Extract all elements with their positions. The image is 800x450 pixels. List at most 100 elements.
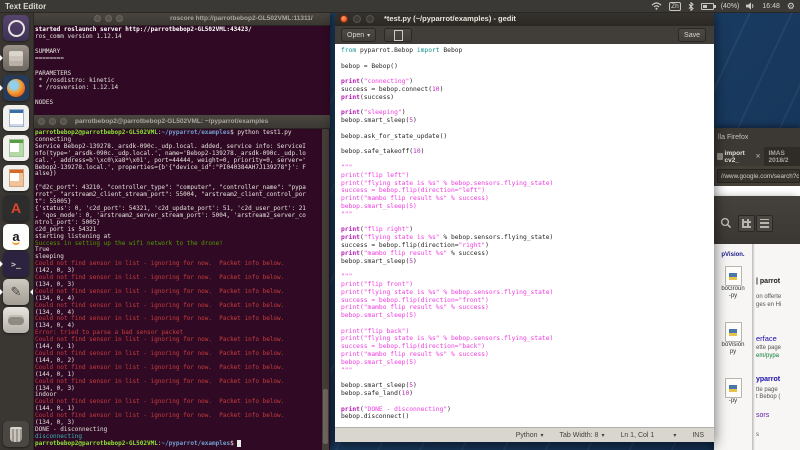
close-icon[interactable] bbox=[94, 15, 101, 22]
grid-view-button[interactable] bbox=[738, 215, 755, 232]
launcher-item-a-app[interactable]: A bbox=[3, 195, 29, 221]
code-editor-area[interactable]: from pyparrot.Bebop import Bebop bebop =… bbox=[335, 44, 714, 427]
roscore-terminal-titlebar[interactable]: roscore http://parrotbebop2-GL502VML:113… bbox=[33, 12, 330, 26]
file-browser-headerbar[interactable] bbox=[714, 196, 800, 245]
file-browser-window[interactable]: pVision. boGroun -py boVision py -py | p… bbox=[714, 196, 800, 450]
writer-document-icon bbox=[9, 109, 24, 127]
search-result-link[interactable]: erface bbox=[756, 334, 777, 343]
tab-label: import cv2_ bbox=[725, 150, 754, 164]
search-icon[interactable] bbox=[720, 217, 732, 229]
code-body-line: bebop.safe_land(10) bbox=[341, 390, 553, 398]
launcher-item-trash[interactable] bbox=[3, 421, 29, 447]
launcher-item-dash[interactable] bbox=[3, 15, 29, 41]
file-label: pVision. bbox=[714, 252, 752, 259]
window-title: *test.py (~/pyparrot/examples) - gedit bbox=[384, 14, 516, 23]
term2-body-line: Could not find sensor in list - ignoring… bbox=[35, 275, 306, 282]
tab-width-selector[interactable]: Tab Width: 8 bbox=[560, 432, 605, 439]
save-button[interactable]: Save bbox=[678, 28, 706, 42]
code-body-line: from pyparrot.Bebop import Bebop bbox=[341, 47, 553, 55]
terminal-window[interactable]: roscore http://parrotbebop2-GL502VML:113… bbox=[33, 12, 330, 450]
maximize-icon[interactable] bbox=[116, 15, 123, 22]
tab-close-icon[interactable]: ✕ bbox=[756, 153, 761, 160]
launcher-item-terminal[interactable]: >_ bbox=[3, 251, 29, 277]
gedit-titlebar[interactable]: *test.py (~/pyparrot/examples) - gedit bbox=[335, 11, 714, 26]
code-body-line: bebop.smart_sleep(5) bbox=[341, 117, 553, 125]
open-button[interactable]: Open bbox=[341, 28, 376, 42]
file-item[interactable]: pVision. bbox=[714, 252, 752, 259]
maximize-icon[interactable] bbox=[60, 118, 67, 125]
launcher-item-gedit[interactable]: ✎ bbox=[3, 279, 29, 305]
minimize-icon[interactable] bbox=[49, 118, 56, 125]
launcher-item-libreoffice-calc[interactable] bbox=[3, 135, 29, 161]
code-body-line: print("flip back") bbox=[341, 328, 553, 336]
focused-indicator bbox=[30, 289, 33, 295]
bebop-terminal-output[interactable]: parrotbebop2@parrotbebop2-GL502VML:~/pyp… bbox=[35, 130, 306, 448]
file-item[interactable]: boVision py bbox=[714, 322, 752, 356]
new-document-button[interactable] bbox=[384, 28, 412, 42]
url-input[interactable]: //www.google.com/search?client= bbox=[717, 169, 800, 183]
roscore-terminal-output[interactable]: started roslaunch server http://parrotbe… bbox=[35, 26, 252, 106]
firefox-tab[interactable]: IMAS 2018/2 bbox=[769, 150, 800, 164]
wifi-icon[interactable] bbox=[651, 2, 662, 10]
clock[interactable]: 16:48 bbox=[762, 3, 780, 10]
search-result-visited-link[interactable]: sors bbox=[756, 412, 769, 419]
launcher-item-libreoffice-writer[interactable] bbox=[3, 105, 29, 131]
maximize-icon[interactable] bbox=[366, 15, 374, 23]
language-selector[interactable]: Python bbox=[516, 432, 544, 439]
code-body-line bbox=[341, 141, 553, 149]
term1-body-line: ros_comm version 1.12.14 bbox=[35, 33, 252, 40]
tab-favicon bbox=[717, 153, 723, 160]
firefox-icon bbox=[7, 79, 25, 97]
firefox-tabbar: import cv2_ ✕ IMAS 2018/2 bbox=[714, 147, 800, 166]
bebop-terminal-titlebar[interactable]: parrotbebop2@parrotbebop2-GL502VML: ~/py… bbox=[33, 115, 330, 129]
bluetooth-icon[interactable] bbox=[688, 2, 694, 11]
statusbar-dropdown-caret[interactable] bbox=[670, 432, 676, 439]
code-body-line bbox=[341, 320, 553, 328]
search-result-link[interactable]: yparrot bbox=[756, 376, 780, 383]
launcher-item-files[interactable] bbox=[3, 45, 29, 71]
term2-body-line: True bbox=[35, 247, 306, 254]
term2-body-line: Bebop2-139278.local.', properties={b'{"d… bbox=[35, 165, 306, 172]
gedit-window[interactable]: *test.py (~/pyparrot/examples) - gedit O… bbox=[335, 11, 714, 442]
firefox-tab-active[interactable]: import cv2_ ✕ bbox=[714, 147, 764, 166]
save-button-label: Save bbox=[684, 32, 700, 39]
launcher-item-amazon[interactable]: a bbox=[3, 224, 29, 250]
session-gear-icon[interactable]: ⚙ bbox=[787, 2, 795, 11]
term1-body-line: NODES bbox=[35, 99, 252, 106]
file-label: boGroun bbox=[714, 286, 752, 293]
firefox-titlebar[interactable]: lla Firefox bbox=[714, 128, 800, 147]
code-body-line: bebop.smart_sleep(5) bbox=[341, 359, 553, 367]
list-view-button[interactable] bbox=[756, 215, 773, 232]
tab-label: IMAS 2018/2 bbox=[769, 150, 789, 164]
unity-launcher: A a >_ ✎ bbox=[0, 12, 34, 450]
code-body-line: bebop.disconnect() bbox=[341, 413, 553, 421]
new-document-icon bbox=[394, 30, 403, 41]
code-body-line: bebop.ask_for_state_update() bbox=[341, 133, 553, 141]
file-list[interactable]: pVision. boGroun -py boVision py -py | p… bbox=[714, 244, 800, 450]
volume-icon[interactable] bbox=[746, 2, 755, 10]
code-body-line: print("mambo flip result %s" % success) bbox=[341, 304, 553, 312]
minimize-icon[interactable] bbox=[105, 15, 112, 22]
code-body-line: bebop.smart_sleep(5) bbox=[341, 312, 553, 320]
keyboard-layout-indicator[interactable]: Zh bbox=[669, 2, 681, 11]
term2-body-line: parrotbebop2@parrotbebop2-GL502VML:~/pyp… bbox=[35, 441, 306, 448]
code-body-line bbox=[341, 125, 553, 133]
battery-percent: (40%) bbox=[721, 3, 740, 10]
terminal-scrollbar[interactable] bbox=[322, 129, 329, 450]
close-icon[interactable] bbox=[340, 15, 348, 23]
battery-icon[interactable] bbox=[701, 3, 714, 10]
code-body-line: bebop.safe_takeoff(10) bbox=[341, 148, 553, 156]
file-item[interactable]: boGroun -py bbox=[714, 266, 752, 300]
code-text: from pyparrot.Bebop import Bebop bebop =… bbox=[341, 47, 553, 421]
code-body-line bbox=[341, 55, 553, 63]
minimize-icon[interactable] bbox=[353, 15, 361, 23]
launcher-item-firefox[interactable] bbox=[3, 75, 29, 101]
close-icon[interactable] bbox=[38, 118, 45, 125]
search-result-url: em/pypa bbox=[756, 353, 779, 359]
launcher-item-disks[interactable] bbox=[3, 307, 29, 333]
appmenu-title[interactable]: Text Editor bbox=[5, 2, 46, 11]
term2-body-line: Could not find sensor in list - ignoring… bbox=[35, 379, 306, 386]
file-item[interactable]: -py bbox=[714, 378, 752, 405]
code-body-line: bebop = Bebop() bbox=[341, 63, 553, 71]
launcher-item-libreoffice-impress[interactable] bbox=[3, 165, 29, 191]
